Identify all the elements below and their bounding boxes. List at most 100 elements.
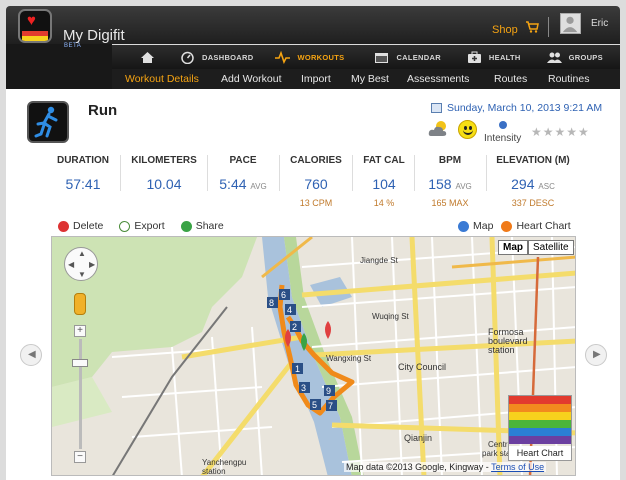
stat-duration: DURATION 57:41 <box>50 155 116 192</box>
shopping-cart-icon[interactable] <box>525 20 539 34</box>
stat-sub-value: 14 % <box>373 198 395 208</box>
subnav-add-workout[interactable]: Add Workout <box>221 73 282 85</box>
stat-value: 57:41 <box>65 176 101 192</box>
mood-smiley-icon[interactable] <box>458 120 477 139</box>
marker-label: 5 <box>312 400 317 410</box>
stat-calories: CALORIES 760 13 CPM <box>284 155 348 208</box>
next-workout-button[interactable]: ▶ <box>585 344 607 366</box>
map-type-control: Map Satellite <box>498 240 574 255</box>
map-type-map[interactable]: Map <box>498 240 528 255</box>
header-divider <box>548 17 549 37</box>
stat-value: 5:44 AVG <box>219 176 267 192</box>
health-icon <box>467 51 481 63</box>
home-icon <box>141 51 154 63</box>
export-button[interactable]: Export <box>119 220 165 232</box>
heart-chart-label: Heart Chart <box>509 446 571 460</box>
stat-divider <box>279 155 280 191</box>
user-name[interactable]: Eric <box>591 18 608 29</box>
workout-actions: Delete Export Share <box>58 220 240 232</box>
running-activity-icon <box>27 101 69 143</box>
nav-home[interactable] <box>140 45 162 69</box>
zoom-in-button[interactable]: + <box>74 325 86 337</box>
dashboard-icon <box>181 51 194 64</box>
map-credit: Map data ©2013 Google, Kingway - Terms o… <box>344 462 547 472</box>
nav-groups[interactable]: GROUPS <box>546 45 603 69</box>
nav-label: DASHBOARD <box>202 52 254 62</box>
workout-stats: DURATION 57:41 KILOMETERS 10.04 PACE 5:4… <box>50 155 610 217</box>
stat-value: 760 <box>304 176 328 192</box>
stat-elevation: ELEVATION (M) 294 ASC 337 DESC <box>492 155 574 208</box>
map-view-button[interactable]: Map <box>458 220 493 232</box>
subnav-workout-details[interactable]: Workout Details <box>125 73 199 85</box>
export-icon <box>119 220 131 232</box>
subnav-assessments[interactable]: Assessments <box>407 73 469 85</box>
marker-label: 8 <box>269 298 274 308</box>
route-map[interactable]: 8 6 4 2 1 3 9 5 7 Jiangde St Wuqing St W… <box>51 236 576 476</box>
workout-pulse-icon <box>275 50 291 64</box>
shop-link[interactable]: Shop <box>492 24 518 36</box>
zoom-out-button[interactable]: − <box>74 451 86 463</box>
rating-stars[interactable]: ★★★★★ <box>531 125 590 139</box>
stat-kilometers: KILOMETERS 10.04 <box>128 155 200 192</box>
marker-label: 3 <box>301 383 306 393</box>
stat-divider <box>352 155 353 191</box>
intensity-label: Intensity <box>484 133 522 144</box>
street-label: Jiangde St <box>360 256 399 265</box>
map-tiles: 8 6 4 2 1 3 9 5 7 Jiangde St Wuqing St W… <box>52 237 575 476</box>
globe-icon <box>458 220 469 232</box>
street-view-pegman-icon[interactable] <box>74 293 86 315</box>
place-label: Qianjin <box>404 433 432 443</box>
zoom-slider-track[interactable] <box>79 339 82 449</box>
place-label: station <box>202 467 226 476</box>
nav-dashboard[interactable]: DASHBOARD <box>180 45 253 69</box>
header-left-panel <box>6 44 112 89</box>
terms-of-use-link[interactable]: Terms of Use <box>491 462 544 472</box>
stat-divider <box>120 155 121 191</box>
map-type-satellite[interactable]: Satellite <box>528 240 574 255</box>
street-label: Wuqing St <box>372 312 410 321</box>
stat-sub-value: 13 CPM <box>299 198 333 208</box>
chevron-right-icon: ▶ <box>593 349 601 360</box>
sub-nav: Workout Details Add Workout Import My Be… <box>112 69 620 89</box>
subnav-routines[interactable]: Routines <box>548 73 589 85</box>
calendar-icon <box>375 52 389 63</box>
map-pan-control[interactable]: ▲ ▼ ◀ ▶ <box>64 247 98 281</box>
stat-value: 104 <box>372 176 396 192</box>
place-label: Centr <box>488 440 508 449</box>
nav-health[interactable]: HEALTH <box>467 45 521 69</box>
workout-date[interactable]: Sunday, March 10, 2013 9:21 AM <box>447 102 602 114</box>
nav-label: CALENDAR <box>396 52 441 62</box>
groups-icon <box>546 52 562 63</box>
nav-calendar[interactable]: CALENDAR <box>374 45 441 69</box>
street-label: Wangxing St <box>326 354 372 363</box>
nav-label: WORKOUTS <box>297 52 345 62</box>
intensity-indicator-icon <box>499 121 507 129</box>
stat-pace: PACE 5:44 AVG <box>210 155 276 192</box>
share-button[interactable]: Share <box>180 220 224 232</box>
stat-fat-cal: FAT CAL 104 14 % <box>356 155 412 208</box>
calendar-small-icon <box>431 103 442 113</box>
zoom-slider-handle[interactable] <box>72 359 88 367</box>
delete-button[interactable]: Delete <box>58 220 103 232</box>
app-name: My Digifit <box>63 27 125 44</box>
cloudy-weather-icon <box>428 121 447 136</box>
place-label: Yanchengpu <box>202 458 246 467</box>
share-icon <box>180 220 192 232</box>
heart-chart-thumbnail[interactable]: Heart Chart <box>508 395 572 461</box>
workout-title: Run <box>88 102 118 119</box>
nav-workouts[interactable]: WORKOUTS <box>275 45 344 69</box>
chevron-left-icon: ◀ <box>28 349 36 360</box>
heart-logo-icon: ♥ <box>27 12 36 29</box>
subnav-my-best[interactable]: My Best <box>351 73 389 85</box>
app-logo[interactable]: ♥ <box>18 9 52 43</box>
subnav-routes[interactable]: Routes <box>494 73 527 85</box>
heart-chart-button[interactable]: Heart Chart <box>501 220 571 232</box>
previous-workout-button[interactable]: ◀ <box>20 344 42 366</box>
marker-label: 2 <box>292 322 297 332</box>
user-avatar[interactable] <box>560 13 581 34</box>
marker-label: 9 <box>326 386 331 396</box>
subnav-import[interactable]: Import <box>301 73 331 85</box>
delete-icon <box>58 220 69 232</box>
stat-divider <box>414 155 415 191</box>
beta-badge: BETA <box>64 43 82 49</box>
